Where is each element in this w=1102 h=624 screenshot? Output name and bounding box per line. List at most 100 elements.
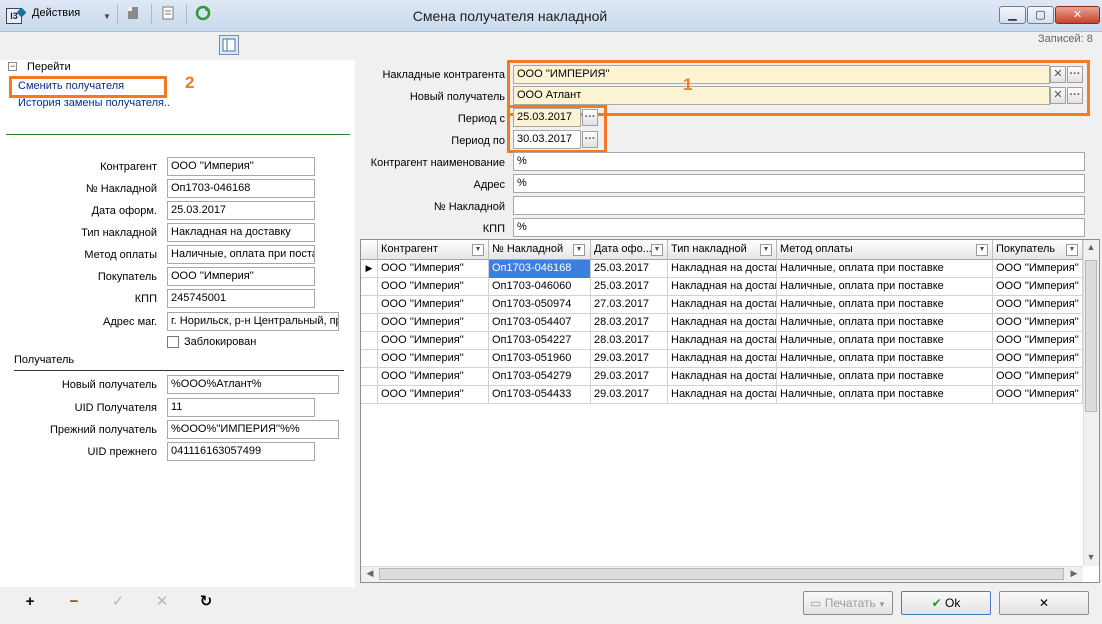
table-cell[interactable]: ООО ''Империя''	[378, 350, 489, 368]
scroll-up-icon[interactable]: ▲	[1084, 242, 1098, 252]
table-cell[interactable]: Наличные, оплата при поставке	[777, 314, 993, 332]
table-cell[interactable]: Наличные, оплата при поставке	[777, 386, 993, 404]
new-recipient-field[interactable]: %ООО%Атлант%	[167, 375, 339, 394]
filter-icon[interactable]: ▼	[472, 244, 484, 256]
recipient-uid-field[interactable]: 11	[167, 398, 315, 417]
layout-toggle-icon[interactable]	[219, 35, 239, 55]
close-button[interactable]: ✕	[1055, 6, 1100, 24]
minimize-button[interactable]: ▁	[999, 6, 1026, 24]
table-cell[interactable]: Накладная на достав	[668, 386, 777, 404]
table-cell[interactable]: Наличные, оплата при поставке	[777, 278, 993, 296]
table-cell[interactable]: ООО ''Империя''	[993, 296, 1083, 314]
table-cell[interactable]: Оп1703-054227	[489, 332, 591, 350]
vertical-scroll-thumb[interactable]	[1085, 260, 1097, 412]
previous-uid-field[interactable]: 041116163057499	[167, 442, 315, 461]
table-cell[interactable]: Накладная на достав	[668, 314, 777, 332]
table-cell[interactable]: Наличные, оплата при поставке	[777, 260, 993, 278]
table-row[interactable]: ООО ''Империя'' Оп1703-054227 28.03.2017…	[361, 332, 1083, 350]
print-button[interactable]: ▭ Печатать ▼	[803, 591, 893, 615]
chevron-down-icon[interactable]: ▼	[103, 12, 111, 21]
table-cell[interactable]: Оп1703-046060	[489, 278, 591, 296]
table-cell[interactable]: Наличные, оплата при поставке	[777, 332, 993, 350]
column-header-buyer[interactable]: Покупатель ▼	[993, 240, 1083, 260]
payment-method-field[interactable]: Наличные, оплата при поставке	[167, 245, 315, 264]
scroll-right-icon[interactable]: ▶	[1067, 568, 1081, 579]
scroll-down-icon[interactable]: ▼	[1084, 552, 1098, 562]
column-header-date[interactable]: Дата офо... ▼	[591, 240, 668, 260]
table-cell[interactable]: 28.03.2017	[591, 314, 668, 332]
table-cell[interactable]: ООО ''Империя''	[993, 278, 1083, 296]
table-cell[interactable]: ООО ''Империя''	[378, 386, 489, 404]
remove-icon[interactable]: −	[66, 594, 82, 610]
table-cell[interactable]: ООО ''Империя''	[378, 314, 489, 332]
previous-recipient-field[interactable]: %ООО%''ИМПЕРИЯ''%%	[167, 420, 339, 439]
table-cell[interactable]: ООО ''Империя''	[378, 278, 489, 296]
cancel-button[interactable]: ✕	[999, 591, 1089, 615]
invoice-no-field[interactable]: Оп1703-046168	[167, 179, 315, 198]
table-cell[interactable]: Накладная на достав	[668, 368, 777, 386]
table-cell-selected[interactable]: Оп1703-046168	[489, 260, 591, 278]
collapse-icon[interactable]: −	[8, 62, 17, 71]
contractor-field[interactable]: ООО ''Империя''	[167, 157, 315, 176]
ok-button[interactable]: ✔ Ok	[901, 591, 991, 615]
table-row[interactable]: ООО ''Империя'' Оп1703-054433 29.03.2017…	[361, 386, 1083, 404]
table-cell[interactable]: Оп1703-054433	[489, 386, 591, 404]
table-row[interactable]: ▶ ООО ''Империя'' Оп1703-046168 25.03.20…	[361, 260, 1083, 278]
buyer-field[interactable]: ООО ''Империя''	[167, 267, 315, 286]
table-cell[interactable]: ООО ''Империя''	[378, 332, 489, 350]
contractor-name-input[interactable]: %	[513, 152, 1085, 171]
table-cell[interactable]: ООО ''Империя''	[993, 350, 1083, 368]
table-cell[interactable]: 25.03.2017	[591, 278, 668, 296]
filter-icon[interactable]: ▼	[1066, 244, 1078, 256]
column-header-payment-method[interactable]: Метод оплаты ▼	[777, 240, 993, 260]
table-cell[interactable]: Накладная на достав	[668, 278, 777, 296]
table-cell[interactable]: Накладная на достав	[668, 260, 777, 278]
table-cell[interactable]: Оп1703-050974	[489, 296, 591, 314]
table-cell[interactable]: Наличные, оплата при поставке	[777, 368, 993, 386]
table-cell[interactable]: ООО ''Империя''	[993, 332, 1083, 350]
table-cell[interactable]: ООО ''Империя''	[993, 260, 1083, 278]
cancel-edit-icon[interactable]: ✕	[154, 594, 170, 610]
table-cell[interactable]: 29.03.2017	[591, 368, 668, 386]
table-cell[interactable]: ООО ''Империя''	[378, 296, 489, 314]
filter-icon[interactable]: ▼	[760, 244, 772, 256]
maximize-button[interactable]: ▢	[1027, 6, 1054, 24]
table-cell[interactable]: ООО ''Империя''	[993, 386, 1083, 404]
table-row[interactable]: ООО ''Империя'' Оп1703-054279 29.03.2017…	[361, 368, 1083, 386]
table-cell[interactable]: Накладная на достав	[668, 296, 777, 314]
check-icon[interactable]: ✓	[110, 594, 126, 610]
nav-item-history[interactable]: История замены получателя..	[18, 97, 170, 109]
filter-icon[interactable]: ▼	[573, 244, 585, 256]
kpp-field[interactable]: 245745001	[167, 289, 315, 308]
actions-button[interactable]: Действия	[16, 4, 80, 22]
kpp-input[interactable]: %	[513, 218, 1085, 237]
table-cell[interactable]: ООО ''Империя''	[378, 260, 489, 278]
redo-icon[interactable]: ↻	[198, 594, 214, 610]
table-cell[interactable]: Оп1703-054279	[489, 368, 591, 386]
table-row[interactable]: ООО ''Империя'' Оп1703-051960 29.03.2017…	[361, 350, 1083, 368]
shop-address-field[interactable]: г. Норильск, р-н Центральный, пр	[167, 312, 339, 331]
column-header-invoice-type[interactable]: Тип накладной ▼	[668, 240, 777, 260]
document-icon[interactable]	[125, 5, 141, 21]
filter-icon[interactable]: ▼	[651, 244, 663, 256]
invoice-no-input[interactable]	[513, 196, 1085, 215]
table-cell[interactable]: 29.03.2017	[591, 350, 668, 368]
add-icon[interactable]: +	[22, 594, 38, 610]
table-cell[interactable]: ООО ''Империя''	[993, 314, 1083, 332]
table-cell[interactable]: Оп1703-054407	[489, 314, 591, 332]
scroll-left-icon[interactable]: ◀	[363, 568, 377, 579]
address-input[interactable]: %	[513, 174, 1085, 193]
table-cell[interactable]: 25.03.2017	[591, 260, 668, 278]
table-row[interactable]: ООО ''Империя'' Оп1703-046060 25.03.2017…	[361, 278, 1083, 296]
horizontal-scroll-thumb[interactable]	[379, 568, 1064, 580]
column-header-invoice-no[interactable]: № Накладной ▼	[489, 240, 591, 260]
table-cell[interactable]: Накладная на достав	[668, 332, 777, 350]
table-row[interactable]: ООО ''Империя'' Оп1703-050974 27.03.2017…	[361, 296, 1083, 314]
notes-icon[interactable]	[160, 5, 176, 21]
table-cell[interactable]: Оп1703-051960	[489, 350, 591, 368]
filter-icon[interactable]: ▼	[976, 244, 988, 256]
table-row[interactable]: ООО ''Империя'' Оп1703-054407 28.03.2017…	[361, 314, 1083, 332]
invoice-type-field[interactable]: Накладная на доставку	[167, 223, 315, 242]
blocked-checkbox[interactable]	[167, 336, 179, 348]
refresh-icon[interactable]	[195, 5, 211, 21]
